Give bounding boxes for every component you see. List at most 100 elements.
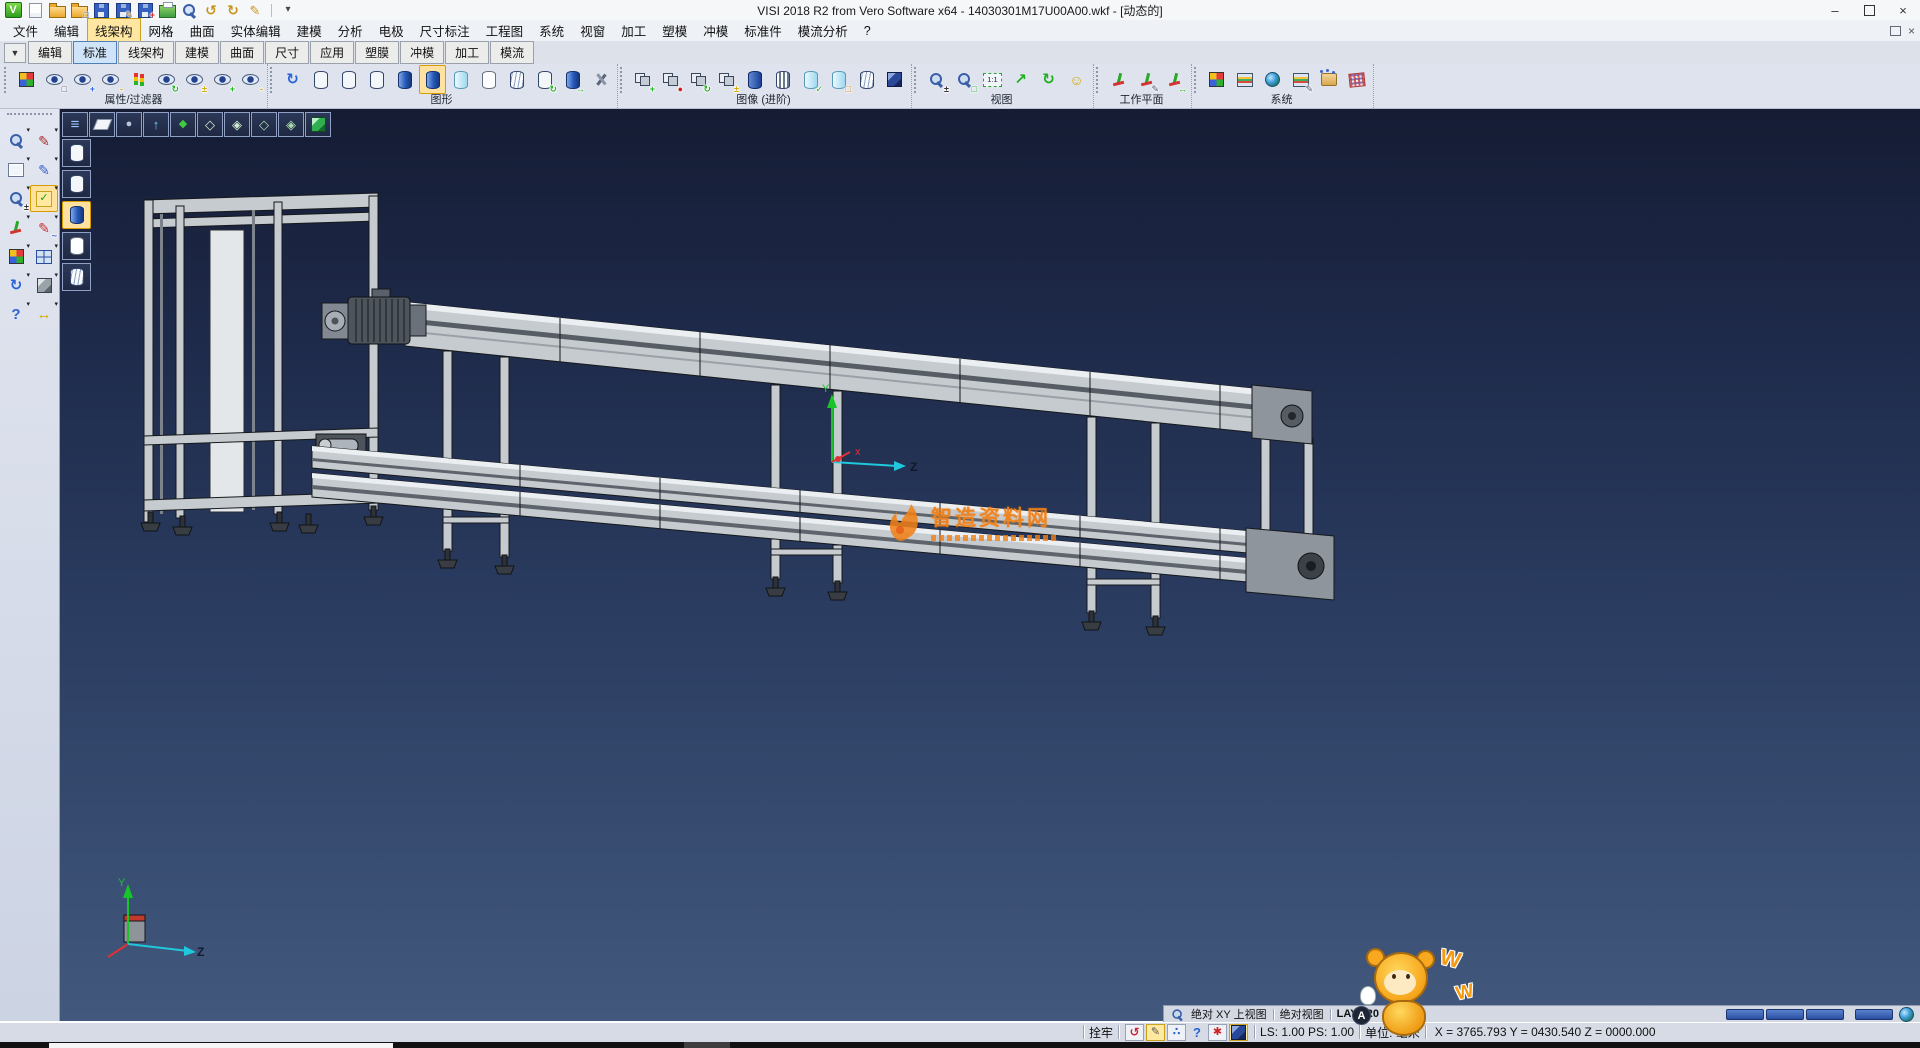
shaded-mode-icon[interactable] <box>391 65 418 94</box>
shade-view-icon[interactable]: ☺ <box>1063 65 1090 94</box>
solid-view-icon[interactable] <box>881 65 908 94</box>
view-refresh-icon[interactable]: ↻▾ <box>2 272 30 299</box>
workplane-create-icon[interactable] <box>1105 65 1132 94</box>
help-icon[interactable]: ?▾ <box>2 301 30 328</box>
tab[interactable]: 线架构 <box>118 41 174 64</box>
image-toggle-icon[interactable]: ± <box>713 65 740 94</box>
restore-button[interactable] <box>1852 0 1886 20</box>
context-help-icon[interactable]: ? <box>1187 1024 1207 1041</box>
menu-item[interactable]: 曲面 <box>182 18 223 43</box>
menu-item[interactable]: 加工 <box>613 18 654 43</box>
close-button[interactable]: × <box>1886 0 1920 20</box>
image-lights-icon[interactable]: ● <box>657 65 684 94</box>
menu-item[interactable]: 视窗 <box>572 18 613 43</box>
rotate-view-icon[interactable]: ↻ <box>1035 65 1062 94</box>
tab-dropdown-button[interactable]: ▼ <box>4 43 26 63</box>
menu-item[interactable]: 分析 <box>330 18 371 43</box>
zoom-dynamic-icon[interactable]: ± <box>923 65 950 94</box>
ucs-axis-icon[interactable]: ▾ <box>2 214 30 241</box>
mesh-mode-icon[interactable] <box>503 65 530 94</box>
viewport-menu-icon[interactable]: ≡ <box>62 112 88 137</box>
view-plane-icon[interactable] <box>89 112 115 137</box>
visibility-lights-icon[interactable] <box>125 65 152 94</box>
shaded-display-icon[interactable] <box>62 201 91 229</box>
sidebar-drag-handle[interactable] <box>7 113 52 119</box>
redo-icon[interactable]: ↻ <box>223 2 243 19</box>
flat-display-icon[interactable] <box>62 232 91 260</box>
web-globe-icon[interactable] <box>1259 65 1286 94</box>
menu-item[interactable]: 建模 <box>289 18 330 43</box>
flat-mode-icon[interactable] <box>475 65 502 94</box>
menu-item[interactable]: ? <box>856 21 879 41</box>
view-shaded-icon[interactable]: ● <box>116 112 142 137</box>
tab[interactable]: 塑膜 <box>355 41 399 64</box>
curve-select-icon[interactable]: ✎▾ <box>30 156 58 183</box>
layer-color-swatch[interactable] <box>1806 1009 1844 1020</box>
menu-item[interactable]: 实体编辑 <box>223 18 289 43</box>
snap-config-icon[interactable]: ✱ <box>1208 1024 1227 1041</box>
workplane-move-icon[interactable]: ↔ <box>1161 65 1188 94</box>
save-icon[interactable] <box>91 2 111 19</box>
color-table-icon[interactable] <box>1203 65 1230 94</box>
visibility-refresh-icon[interactable]: ↻ <box>153 65 180 94</box>
open-file-icon[interactable] <box>47 2 67 19</box>
menu-item[interactable]: 标准件 <box>736 18 790 43</box>
confirm-check-icon[interactable]: ✓▾ <box>30 185 58 212</box>
view-iso-icon[interactable]: ◈ <box>278 112 304 137</box>
wireframe-mode-icon[interactable] <box>307 65 334 94</box>
toolbar-options-icon[interactable]: ▾ <box>278 2 298 19</box>
mesh-display-icon[interactable] <box>62 263 91 291</box>
undo-icon[interactable]: ↺ <box>201 2 221 19</box>
lock-label[interactable]: 拴牢 <box>1089 1024 1113 1041</box>
zoom-window-icon[interactable]: □ <box>951 65 978 94</box>
tab[interactable]: 曲面 <box>220 41 264 64</box>
display-tools-icon[interactable] <box>587 65 614 94</box>
globe-icon[interactable] <box>1899 1007 1914 1022</box>
translucent-mode-icon[interactable] <box>447 65 474 94</box>
visibility-toggle-icon[interactable]: ± <box>181 65 208 94</box>
menu-item[interactable]: 塑模 <box>654 18 695 43</box>
view-left-icon[interactable]: ◈ <box>224 112 250 137</box>
view-ref-label[interactable]: 绝对视图 <box>1280 1006 1324 1022</box>
group-drag-handle[interactable] <box>1194 67 1199 93</box>
wire-display-icon[interactable] <box>62 139 91 167</box>
solid-blue-icon[interactable] <box>741 65 768 94</box>
menu-item[interactable]: 编辑 <box>46 18 87 43</box>
menu-item[interactable]: 文件 <box>5 18 46 43</box>
solid-cube-icon[interactable]: ▾ <box>30 272 58 299</box>
display-refresh-icon[interactable]: ↻ <box>531 65 558 94</box>
window-select-icon[interactable]: ▾ <box>2 156 30 183</box>
menu-item[interactable]: 尺寸标注 <box>412 18 478 43</box>
display-settings-icon[interactable] <box>1231 65 1258 94</box>
menu-item[interactable]: 系统 <box>531 18 572 43</box>
app-logo-icon[interactable]: V <box>3 2 23 19</box>
group-drag-handle[interactable] <box>4 67 9 93</box>
group-drag-handle[interactable] <box>1096 67 1101 93</box>
workplane-edit-icon[interactable]: ✎ <box>1133 65 1160 94</box>
spline-edit-icon[interactable]: ✎~▾ <box>30 214 58 241</box>
dashed-line-mode-icon[interactable] <box>363 65 390 94</box>
view-front-icon[interactable]: ◇ <box>197 112 223 137</box>
new-file-icon[interactable] <box>25 2 45 19</box>
menu-item[interactable]: 网格 <box>141 18 182 43</box>
tab[interactable]: 加工 <box>445 41 489 64</box>
pan-view-icon[interactable]: ↗ <box>1007 65 1034 94</box>
redraw-icon[interactable]: ↻ <box>279 65 306 94</box>
tab[interactable]: 应用 <box>310 41 354 64</box>
image-refresh-icon[interactable]: ↻ <box>685 65 712 94</box>
mdi-restore-button[interactable] <box>1890 26 1901 36</box>
view-right-icon[interactable]: ◇ <box>251 112 277 137</box>
open-model-icon[interactable]: □ <box>69 2 89 19</box>
layer-color-swatch[interactable] <box>1766 1009 1804 1020</box>
show-all-icon[interactable]: + <box>209 65 236 94</box>
viewport[interactable]: .mB{fill:#c6cbd0;stroke:#15181c;stroke-w… <box>60 108 1920 1022</box>
hide-all-icon[interactable]: - <box>237 65 264 94</box>
solid-wire-icon[interactable] <box>853 65 880 94</box>
group-drag-handle[interactable] <box>914 67 919 93</box>
preview-icon[interactable] <box>179 2 199 19</box>
tab[interactable]: 建模 <box>175 41 219 64</box>
motor-assembly[interactable] <box>322 289 426 344</box>
pane-layout-icon[interactable]: ▾ <box>30 243 58 270</box>
shaded-edge-mode-icon[interactable] <box>419 65 446 94</box>
group-drag-handle[interactable] <box>270 67 275 93</box>
